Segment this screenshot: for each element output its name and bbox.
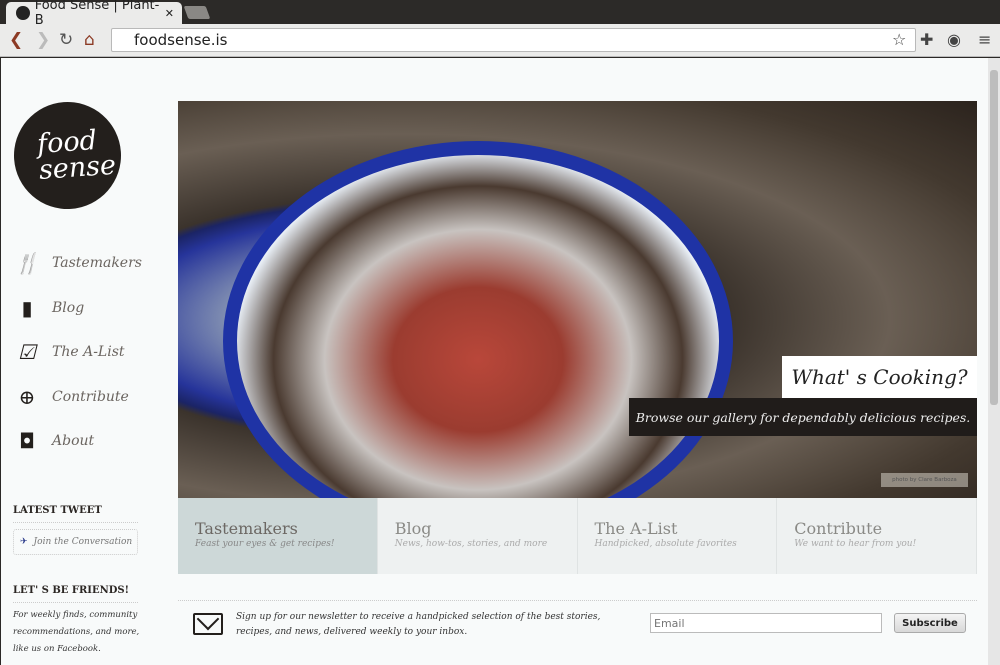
- newsletter-signup: Sign up for our newsletter to receive a …: [178, 600, 977, 650]
- tile-title: The A-List: [594, 519, 678, 538]
- latest-tweet-heading: LATEST TWEET: [13, 505, 138, 523]
- hero-title[interactable]: What' s Cooking?: [782, 356, 977, 398]
- tab-bar: Food Sense | Plant-B ✕: [0, 0, 1000, 28]
- browser-tab[interactable]: Food Sense | Plant-B ✕: [6, 0, 182, 28]
- browser-toolbar: ❮ ❯ ↻ ⌂ foodsense.is ☆ ✚ ◉ ≡: [0, 24, 1000, 57]
- friends-text: For weekly finds, community recommendati…: [13, 610, 140, 654]
- join-conversation-button[interactable]: ✈ Join the Conversation: [13, 529, 138, 555]
- hero-banner[interactable]: What' s Cooking? Browse our gallery for …: [178, 101, 977, 498]
- join-conversation-label: Join the Conversation: [33, 537, 133, 547]
- forward-icon[interactable]: ❯: [36, 30, 50, 50]
- foodsense-logo[interactable]: food sense: [10, 98, 125, 213]
- hero-food-image: [223, 141, 733, 498]
- tile-title: Blog: [394, 519, 432, 538]
- close-tab-icon[interactable]: ✕: [165, 7, 174, 20]
- sidebar-item-a-list[interactable]: ☑ The A-List: [13, 330, 142, 375]
- clipboard-check-icon: ☑: [18, 340, 36, 365]
- tile-subtitle: Feast your eyes & get recipes!: [195, 539, 335, 549]
- menu-icon[interactable]: ≡: [978, 30, 991, 49]
- sidebar-item-about[interactable]: ◘ About: [13, 419, 142, 464]
- utensils-icon: 🍴: [14, 251, 40, 276]
- subscribe-button[interactable]: Subscribe: [894, 613, 966, 633]
- address-bar[interactable]: foodsense.is: [111, 28, 916, 52]
- favicon-icon: [16, 6, 30, 20]
- bookmark-star-icon[interactable]: ☆: [892, 30, 906, 49]
- sidebar-item-label: Contribute: [52, 388, 129, 405]
- hero-subtitle[interactable]: Browse our gallery for dependably delici…: [629, 398, 977, 436]
- sidebar-item-label: Tastemakers: [52, 255, 142, 272]
- extension-icon[interactable]: ✚: [920, 30, 933, 49]
- friends-heading: LET' S BE FRIENDS!: [13, 585, 138, 603]
- back-icon[interactable]: ❮: [9, 30, 23, 50]
- tile-subtitle: News, how-tos, stories, and more: [394, 539, 548, 549]
- tile-tastemakers[interactable]: Tastemakers Feast your eyes & get recipes…: [178, 498, 378, 574]
- camera-icon: ⊕: [18, 384, 36, 409]
- tile-a-list[interactable]: The A-List Handpicked, absolute favorites: [578, 498, 778, 574]
- reload-icon[interactable]: ↻: [59, 30, 73, 50]
- book-icon: ▮: [21, 295, 33, 320]
- feature-tiles: Tastemakers Feast your eyes & get recipes…: [178, 498, 977, 574]
- profile-book-icon: ◘: [19, 429, 35, 454]
- photo-credit: photo by Clare Barboza: [881, 473, 968, 487]
- email-input[interactable]: [650, 613, 882, 633]
- sidebar-item-label: About: [52, 433, 95, 450]
- tile-subtitle: We want to hear from you!: [794, 539, 917, 549]
- sidebar-item-label: Blog: [52, 299, 85, 316]
- home-icon[interactable]: ⌂: [84, 30, 95, 50]
- logo-text: sense: [37, 149, 117, 186]
- sidebar-item-tastemakers[interactable]: 🍴 Tastemakers: [13, 241, 142, 286]
- sidebar-item-blog[interactable]: ▮ Blog: [13, 286, 142, 331]
- sidebar-item-label: The A-List: [52, 344, 125, 361]
- envelope-icon: [193, 613, 223, 635]
- tile-contribute[interactable]: Contribute We want to hear from you!: [777, 498, 977, 574]
- tile-blog[interactable]: Blog News, how-tos, stories, and more: [378, 498, 578, 574]
- tile-title: Tastemakers: [195, 519, 298, 538]
- new-tab-button[interactable]: [183, 6, 211, 19]
- page: food sense 🍴 Tastemakers ▮ Blog ☑ The A-Lis…: [1, 58, 988, 665]
- bird-icon: ✈: [20, 537, 28, 547]
- extension-circle-icon[interactable]: ◉: [947, 30, 961, 49]
- scrollbar-thumb[interactable]: [990, 70, 998, 405]
- newsletter-text: Sign up for our newsletter to receive a …: [236, 612, 601, 637]
- tile-title: Contribute: [794, 519, 883, 538]
- sidebar-nav: 🍴 Tastemakers ▮ Blog ☑ The A-List ⊕ Contribu…: [13, 241, 142, 464]
- tile-subtitle: Handpicked, absolute favorites: [594, 539, 737, 549]
- sidebar-item-contribute[interactable]: ⊕ Contribute: [13, 375, 142, 420]
